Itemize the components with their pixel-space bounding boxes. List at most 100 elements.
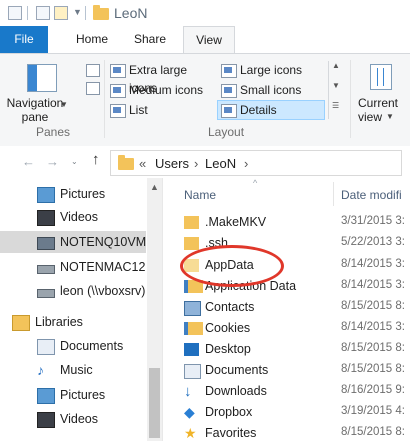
documents-icon [184, 364, 201, 379]
favorites-icon: ★ [184, 425, 197, 441]
shortcut-folder-icon [184, 322, 203, 335]
network-drive-icon [37, 289, 55, 298]
computer-icon [37, 237, 55, 250]
recent-locations-icon[interactable]: ⌄ [71, 157, 78, 166]
breadcrumb-leon[interactable]: LeoN [205, 156, 236, 171]
forward-icon[interactable]: → [46, 154, 59, 169]
layout-medium-icons[interactable]: Medium icons [107, 81, 214, 99]
pictures-icon [37, 187, 55, 203]
current-view-label: Current view [358, 96, 399, 124]
title-separator [85, 6, 86, 20]
layout-small-icons[interactable]: Small icons [218, 81, 325, 99]
address-bar: ← → ⌄ ↑ « Users › LeoN › [0, 146, 410, 178]
layout-large-icons[interactable]: Large icons [218, 61, 325, 79]
ribbon-tabs: File Home Share View [0, 26, 410, 54]
nav-item-videos[interactable]: Videos [0, 206, 146, 228]
file-row[interactable]: ◆ Dropbox 3/19/2015 4: [163, 402, 410, 423]
nav-item-computer[interactable]: NOTENQ10VM ( [0, 231, 146, 253]
column-header-date[interactable]: Date modifi [341, 188, 402, 202]
nav-item-music[interactable]: ♪ Music [0, 359, 146, 381]
address-overflow-crumb[interactable]: « [139, 156, 146, 171]
network-drive-icon [37, 265, 55, 274]
tab-view[interactable]: View [183, 26, 235, 54]
navigation-pane-button[interactable]: Navigation pane [0, 58, 86, 124]
layout-list[interactable]: List [107, 101, 214, 119]
back-icon[interactable]: ← [22, 154, 35, 169]
panes-group-label: Panes [36, 125, 71, 139]
file-row[interactable]: Desktop 8/15/2015 8: [163, 339, 410, 360]
up-icon[interactable]: ↑ [92, 151, 100, 168]
address-folder-icon [118, 155, 134, 170]
videos-icon [37, 412, 55, 428]
layout-details[interactable]: Details [217, 100, 325, 120]
navigation-pane: Pictures Videos NOTENQ10VM ( NOTENMAC12E… [0, 178, 163, 441]
current-view-button[interactable]: Current view ▼ [352, 58, 410, 124]
preview-pane-icons[interactable] [86, 64, 100, 104]
layout-scroll-up-icon[interactable]: ▲ [332, 61, 340, 70]
breadcrumb-separator-icon[interactable]: › [244, 156, 248, 171]
list-icon [110, 104, 126, 118]
tab-file[interactable]: File [0, 26, 48, 53]
ribbon-separator [104, 60, 105, 138]
nav-item-videos-library[interactable]: Videos [0, 408, 146, 430]
layout-scroll-down-icon[interactable]: ▼ [332, 81, 340, 90]
nav-item-pictures-library[interactable]: Pictures [0, 384, 146, 406]
navigation-pane-dropdown-icon[interactable]: ▼ [60, 100, 68, 109]
breadcrumb-users[interactable]: Users [155, 156, 189, 171]
file-list: ^ Name Date modifi .MakeMKV 3/31/2015 3: … [163, 178, 410, 441]
nav-scroll-thumb[interactable] [149, 368, 160, 438]
title-folder-icon [93, 5, 109, 20]
quick-access-save-icon[interactable] [8, 6, 22, 20]
layout-group-label: Layout [208, 125, 245, 139]
ribbon-view: Navigation pane ▼ Panes Extra large icon… [0, 53, 410, 147]
file-row[interactable]: Cookies 8/14/2015 3: [163, 318, 410, 339]
folder-icon [184, 237, 199, 250]
pictures-icon [37, 388, 55, 404]
tab-home[interactable]: Home [66, 26, 118, 53]
window-title: LeoN [114, 5, 148, 21]
quick-access-separator [27, 6, 28, 20]
current-view-dropdown-icon[interactable]: ▼ [386, 112, 394, 121]
quick-access-new-folder-icon[interactable] [54, 6, 68, 20]
quick-access-properties-icon[interactable] [36, 6, 50, 20]
sort-ascending-icon: ^ [253, 178, 258, 188]
music-icon: ♪ [37, 362, 44, 378]
breadcrumb-separator-icon[interactable]: › [194, 156, 198, 171]
ribbon-separator [350, 60, 351, 138]
details-icon [221, 104, 237, 118]
column-header-name[interactable]: Name [184, 188, 216, 202]
quick-access-dropdown-icon[interactable]: ▼ [73, 7, 82, 17]
nav-item-network-drive-mac[interactable]: NOTENMAC12E [0, 256, 146, 278]
dropbox-icon: ◆ [184, 404, 195, 420]
title-bar: ▼ LeoN [0, 0, 410, 27]
contacts-icon [184, 301, 201, 316]
videos-icon [37, 210, 55, 226]
large-icons-icon [221, 64, 237, 78]
tab-share[interactable]: Share [124, 26, 176, 53]
nav-pane-scrollbar[interactable]: ▲ [147, 178, 162, 441]
nav-item-pictures[interactable]: Pictures [0, 183, 146, 205]
file-row[interactable]: Contacts 8/15/2015 8: [163, 297, 410, 318]
layout-expand-icon[interactable]: ☰ [332, 101, 339, 110]
address-field[interactable]: « Users › LeoN › [110, 150, 402, 176]
layout-scroll-buttons[interactable]: ▲ ▼ ☰ [328, 61, 343, 119]
current-view-icon [370, 64, 392, 90]
scroll-up-icon[interactable]: ▲ [150, 182, 159, 192]
medium-icons-icon [110, 84, 126, 98]
libraries-icon [12, 315, 30, 331]
file-row[interactable]: .MakeMKV 3/31/2015 3: [163, 212, 410, 233]
folder-icon [184, 216, 199, 229]
column-divider[interactable] [333, 182, 334, 206]
small-icons-icon [221, 84, 237, 98]
desktop-icon [184, 343, 199, 356]
downloads-icon: ↓ [184, 383, 192, 400]
layout-extra-large-icons[interactable]: Extra large icons [107, 61, 214, 95]
navigation-pane-icon [27, 64, 57, 92]
documents-icon [37, 339, 55, 355]
file-row[interactable]: Documents 8/15/2015 8: [163, 360, 410, 381]
nav-item-documents[interactable]: Documents [0, 335, 146, 357]
nav-item-libraries[interactable]: Libraries [0, 311, 146, 333]
file-row[interactable]: ↓ Downloads 8/16/2015 9: [163, 381, 410, 402]
nav-item-network-drive-vbox[interactable]: leon (\\vboxsrv) [0, 280, 146, 302]
extra-large-icons-icon [110, 64, 126, 78]
